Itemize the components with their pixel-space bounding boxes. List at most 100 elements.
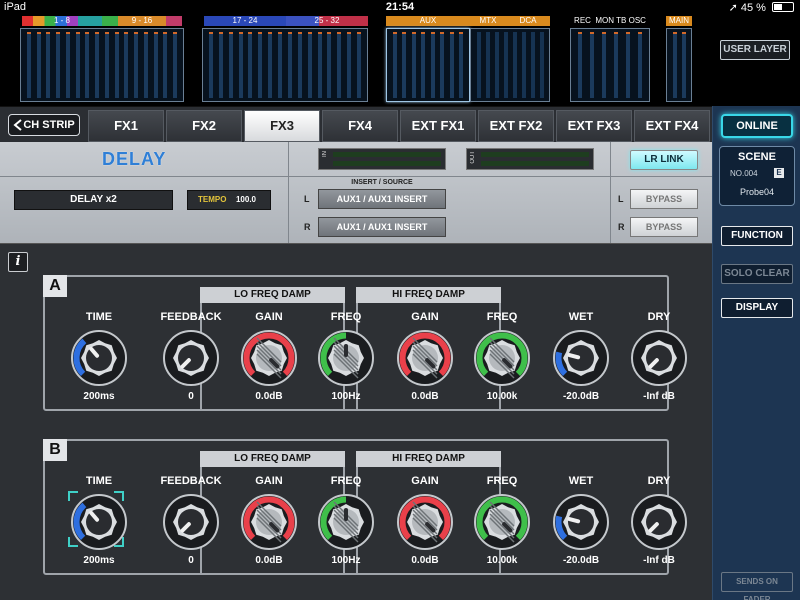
knob-freq[interactable]: [473, 329, 531, 387]
meter-bar: [578, 32, 582, 98]
knob-value: 0.0dB: [255, 391, 283, 402]
knob-wet[interactable]: [552, 329, 610, 387]
tab-ext-fx3[interactable]: EXT FX3: [556, 110, 632, 142]
meter-bar: [638, 32, 642, 98]
knob-label: GAIN: [411, 475, 439, 487]
knob-label: FEEDBACK: [160, 475, 222, 487]
tab-ext-fx2[interactable]: EXT FX2: [478, 110, 554, 142]
knob-time[interactable]: [70, 329, 128, 387]
insert-source-l-button[interactable]: AUX1 / AUX1 INSERT: [318, 189, 446, 209]
user-layer-button[interactable]: USER LAYER: [720, 40, 790, 60]
knob-time[interactable]: [70, 493, 128, 551]
meter-group-aux-mtx-dca[interactable]: AUX MTX DCA: [386, 16, 550, 104]
meter-group-1-16[interactable]: 1 - 8 9 - 16: [20, 16, 184, 104]
ch-strip-back-button[interactable]: CH STRIP: [8, 114, 80, 136]
knob-value: 10.00k: [486, 391, 518, 402]
fx-type-selector[interactable]: DELAY x2: [14, 190, 173, 210]
knob-gain[interactable]: [240, 493, 298, 551]
output-meter-label: OUT: [470, 151, 476, 164]
knob-freq[interactable]: [317, 329, 375, 387]
lo-freq-damp-header: LO FREQ DAMP: [200, 451, 345, 467]
knob-label: FEEDBACK: [160, 311, 222, 323]
meter-box-monitor: [570, 28, 650, 102]
divider: [0, 176, 712, 177]
battery-icon: [772, 2, 794, 12]
insert-r-label: R: [304, 222, 311, 232]
knob-freq[interactable]: [473, 493, 531, 551]
knob-feedback[interactable]: [162, 329, 220, 387]
meter-bar: [248, 32, 253, 98]
meter-bar: [539, 32, 544, 98]
function-button[interactable]: FUNCTION: [721, 226, 793, 246]
solo-clear-button[interactable]: SOLO CLEAR: [721, 264, 793, 284]
knob-label: FREQ: [330, 475, 362, 487]
bypass-l-button[interactable]: BYPASS: [630, 189, 698, 209]
scene-edit-badge: E: [774, 168, 784, 178]
scene-number: NO.004: [730, 169, 758, 178]
meter-bar: [153, 32, 158, 98]
meter-bar: [278, 32, 283, 98]
meter-header-25-32: 25 - 32: [286, 16, 368, 26]
knob-freq[interactable]: [317, 493, 375, 551]
sends-on-fader-button[interactable]: SENDS ON FADER: [721, 572, 793, 600]
knob-value: 100Hz: [331, 555, 361, 566]
online-button[interactable]: ONLINE: [721, 114, 793, 138]
meter-bar: [485, 32, 490, 98]
meter-header-aux: AUX: [386, 16, 470, 26]
knob-value: -20.0dB: [562, 391, 600, 402]
bypass-r-button[interactable]: BYPASS: [630, 217, 698, 237]
meter-bar: [402, 32, 407, 98]
knob-label: FREQ: [330, 311, 362, 323]
tab-ext-fx1[interactable]: EXT FX1: [400, 110, 476, 142]
tab-fx3[interactable]: FX3: [244, 110, 320, 142]
meter-bar: [114, 32, 119, 98]
meter-bar: [530, 32, 535, 98]
meter-bar: [297, 32, 302, 98]
meter-group-17-32[interactable]: 17 - 24 25 - 32: [202, 16, 368, 104]
knob-label: DRY: [647, 311, 671, 323]
battery-fill: [774, 4, 782, 10]
meter-bar: [449, 32, 454, 98]
meter-bridge[interactable]: 1 - 8 9 - 16 17 - 24 25 - 32 AUX MTX DCA…: [0, 16, 800, 106]
tab-fx2[interactable]: FX2: [166, 110, 242, 142]
delay-panel-a: A LO FREQ DAMP HI FREQ DAMP TIME 200ms FEEDBA…: [43, 275, 687, 411]
scene-panel[interactable]: SCENE NO.004 E Probe04: [719, 146, 795, 206]
tab-fx4[interactable]: FX4: [322, 110, 398, 142]
display-button[interactable]: DISPLAY: [721, 298, 793, 318]
meter-bar: [626, 32, 630, 98]
battery-percent: 45 %: [740, 2, 766, 14]
insert-source-label: INSERT / SOURCE: [351, 179, 413, 186]
meter-group-main[interactable]: MAIN: [666, 16, 692, 104]
meter-header-dca: DCA: [506, 16, 550, 26]
meter-bar: [681, 32, 686, 98]
tab-fx1[interactable]: FX1: [88, 110, 164, 142]
meter-group-monitor[interactable]: REC MON TB OSC: [570, 16, 650, 104]
input-meter-label: IN: [322, 151, 328, 157]
knob-gain[interactable]: [240, 329, 298, 387]
lr-link-button[interactable]: LR LINK: [630, 150, 698, 170]
meter-bar: [85, 32, 90, 98]
knob-gain[interactable]: [396, 329, 454, 387]
insert-source-r-button[interactable]: AUX1 / AUX1 INSERT: [318, 217, 446, 237]
knob-wet[interactable]: [552, 493, 610, 551]
knob-dry[interactable]: [630, 493, 688, 551]
hi-freq-damp-header: HI FREQ DAMP: [356, 287, 501, 303]
meter-bar: [440, 32, 445, 98]
input-meter-r: [333, 161, 441, 166]
meter-bar: [337, 32, 342, 98]
knob-feedback[interactable]: [162, 493, 220, 551]
bypass-l-label: L: [618, 194, 624, 204]
info-icon[interactable]: i: [8, 252, 28, 272]
knob-dry[interactable]: [630, 329, 688, 387]
meter-bar: [65, 32, 70, 98]
meter-bar: [95, 32, 100, 98]
knob-gain[interactable]: [396, 493, 454, 551]
output-meter-r: [481, 161, 589, 166]
clock: 21:54: [385, 1, 415, 13]
panel-letter: A: [43, 275, 67, 297]
tab-ext-fx4[interactable]: EXT FX4: [634, 110, 710, 142]
back-arrow-icon: [13, 119, 22, 131]
tempo-button[interactable]: TEMPO 100.0: [187, 190, 271, 210]
knob-value: 200ms: [83, 555, 115, 566]
meter-bar: [75, 32, 80, 98]
